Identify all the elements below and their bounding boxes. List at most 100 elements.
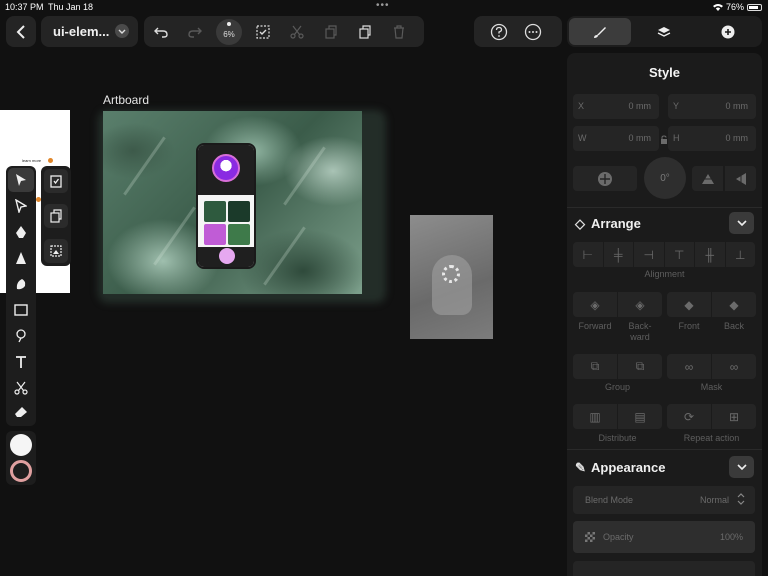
repeat-icon: ⟳ <box>683 409 695 424</box>
chevron-down-icon <box>736 464 747 470</box>
fill-color-well[interactable] <box>10 434 32 456</box>
artboard-label[interactable]: Artboard <box>103 93 149 107</box>
flip-vertical-button[interactable] <box>692 166 723 191</box>
align-center-button[interactable]: ╪ <box>603 242 633 267</box>
align-top-button[interactable]: ⊤ <box>664 242 694 267</box>
document-menu-button[interactable]: ui-elem... <box>41 16 138 47</box>
help-icon[interactable] <box>482 16 516 47</box>
scissors-icon[interactable] <box>280 16 314 47</box>
align-left-button[interactable]: ⊢ <box>573 242 603 267</box>
text-icon[interactable] <box>8 350 34 374</box>
back-caption: Back <box>723 321 744 331</box>
align-middle-button[interactable]: ╫ <box>695 242 725 267</box>
blend-mode-value: Normal <box>699 495 729 505</box>
appearance-collapse-button[interactable] <box>729 456 754 478</box>
rotation-dial[interactable]: 0° <box>644 157 686 199</box>
ungroup-button[interactable]: ⧉ <box>618 354 662 379</box>
opacity-slider[interactable]: Opacity 100% <box>573 521 755 553</box>
next-row[interactable] <box>573 561 755 576</box>
flip-horizontal-button[interactable] <box>725 166 756 191</box>
trash-icon[interactable] <box>382 16 416 47</box>
inspector-title: Style <box>648 65 681 80</box>
forward-icon: ◈ <box>590 297 600 312</box>
mask-button[interactable]: ∞ <box>667 354 711 379</box>
opacity-value: 100% <box>719 532 743 542</box>
back-order-button[interactable]: ◆ <box>712 292 756 317</box>
document-title: ui-elem... <box>53 24 110 39</box>
front-button[interactable]: ◆ <box>667 292 711 317</box>
position-anchor-button[interactable] <box>573 166 637 191</box>
tab-add[interactable] <box>697 18 759 45</box>
zoom-level-button[interactable]: 6% <box>216 18 242 45</box>
distribute-horizontal-button[interactable]: ▥ <box>573 404 617 429</box>
divider <box>567 449 762 450</box>
eraser-icon[interactable] <box>8 400 34 424</box>
color-wells <box>6 431 36 485</box>
copy-icon[interactable] <box>314 16 348 47</box>
phone-mockup[interactable] <box>196 143 256 269</box>
scissors-icon[interactable] <box>8 376 34 400</box>
group-caption: Group <box>604 382 630 392</box>
group-button[interactable]: ⧉ <box>573 354 617 379</box>
repeat-transform-button[interactable]: ⟳ <box>667 404 711 429</box>
unmask-button[interactable]: ∞ <box>712 354 756 379</box>
h-value: 0 mm <box>725 133 749 143</box>
sub-tool-palette <box>41 166 71 266</box>
lock-icon[interactable] <box>660 132 668 150</box>
pencil-icon[interactable] <box>8 272 34 296</box>
pen-icon[interactable] <box>8 220 34 244</box>
more-icon[interactable] <box>516 16 550 47</box>
forward-button[interactable]: ◈ <box>573 292 617 317</box>
alignment-buttons: ⊢ ╪ ⊣ ⊤ ╫ ⊥ <box>573 242 755 267</box>
style-inspector: Style X 0 mm Y 0 mm W 0 mm H 0 mm 0° ◇ Ar… <box>567 53 762 576</box>
x-field[interactable]: X 0 mm <box>573 94 659 119</box>
paste-icon[interactable] <box>348 16 382 47</box>
chevron-left-icon <box>16 24 25 39</box>
appearance-header: ✎ Appearance <box>575 460 665 476</box>
spark-icon <box>442 265 460 283</box>
leaf-vein <box>123 136 166 196</box>
tab-style[interactable] <box>569 18 631 45</box>
undo-icon[interactable] <box>144 16 178 47</box>
distribute-vertical-button[interactable]: ▤ <box>618 404 662 429</box>
select-check-icon[interactable] <box>246 16 280 47</box>
y-value: 0 mm <box>725 101 749 111</box>
clipboard-icon[interactable] <box>44 169 68 193</box>
align-right-button[interactable]: ⊣ <box>634 242 664 267</box>
align-top-icon: ⊤ <box>674 247 685 262</box>
distribute-vertical-icon: ▤ <box>634 409 646 424</box>
vector-brush-icon[interactable] <box>8 246 34 270</box>
image-icon[interactable] <box>44 239 68 263</box>
direct-select-icon[interactable] <box>8 194 34 218</box>
action-button <box>219 248 235 264</box>
h-field[interactable]: H 0 mm <box>668 126 756 151</box>
ungroup-icon: ⧉ <box>635 359 645 373</box>
repeat-step-button[interactable]: ⊞ <box>712 404 756 429</box>
stroke-color-well[interactable] <box>10 460 32 482</box>
back-button[interactable] <box>6 16 36 47</box>
align-middle-icon: ╫ <box>705 247 714 262</box>
multitasking-dots[interactable]: ••• <box>376 0 390 11</box>
y-field[interactable]: Y 0 mm <box>668 94 756 119</box>
date: Thu Jan 18 <box>48 2 94 12</box>
chevron-down-icon <box>736 220 747 226</box>
arrange-collapse-button[interactable] <box>729 212 754 234</box>
mask-icon: ∞ <box>684 359 694 374</box>
align-right-icon: ⊣ <box>643 247 654 262</box>
pointer-icon[interactable] <box>8 168 34 192</box>
tab-layers[interactable] <box>633 18 695 45</box>
redo-icon[interactable] <box>178 16 212 47</box>
y-label: Y <box>673 101 680 111</box>
x-label: X <box>578 101 585 111</box>
leaf-vein <box>283 146 326 206</box>
blend-mode-select[interactable]: Blend Mode Normal <box>573 486 755 514</box>
align-bottom-button[interactable]: ⊥ <box>725 242 755 267</box>
backward-button[interactable]: ◈ <box>618 292 662 317</box>
image-placeholder[interactable] <box>410 215 493 339</box>
rectangle-icon[interactable] <box>8 298 34 322</box>
shape-builder-icon[interactable] <box>8 324 34 348</box>
chevron-updown-icon <box>737 493 745 507</box>
w-field[interactable]: W 0 mm <box>573 126 659 151</box>
back-icon: ◆ <box>729 297 739 312</box>
paste-icon[interactable] <box>44 204 68 228</box>
